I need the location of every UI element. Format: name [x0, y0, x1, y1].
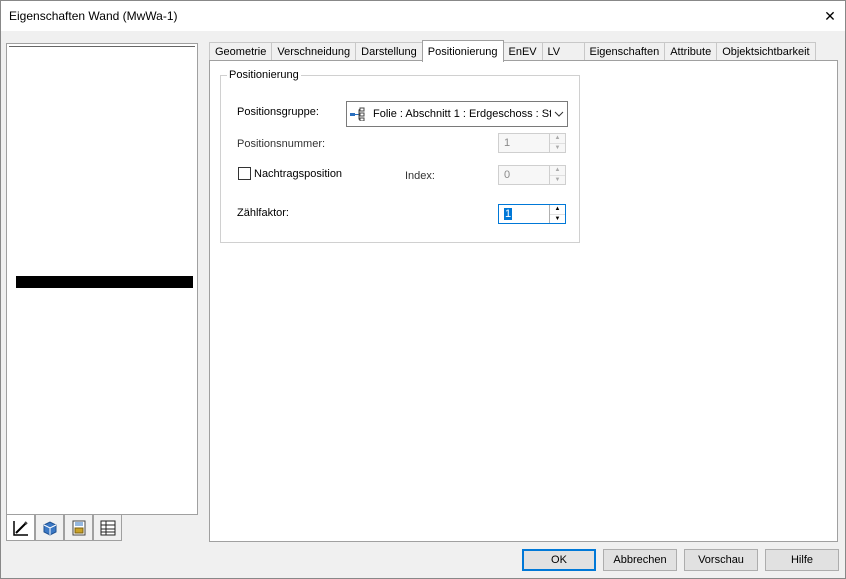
preview-canvas — [9, 46, 195, 512]
close-button[interactable]: ✕ — [815, 1, 845, 31]
tab-eigenschaften[interactable]: Eigenschaften — [583, 42, 666, 61]
help-button[interactable]: Hilfe — [765, 549, 839, 571]
print-preview-icon — [72, 520, 85, 535]
chevron-down-icon — [551, 111, 567, 117]
view-tab-edit[interactable] — [6, 515, 35, 541]
positionsnummer-label: Positionsnummer: — [237, 138, 326, 150]
tab-panel-positionierung: Positionierung Positionsgruppe: Folie : … — [209, 60, 838, 542]
spin-down-icon[interactable]: ▼ — [550, 142, 565, 153]
edit-icon — [12, 520, 28, 536]
index-stepper[interactable]: 0 ▲ ▼ — [498, 165, 566, 185]
nachtragsposition-label: Nachtragsposition — [254, 168, 343, 180]
view-tab-3d[interactable] — [35, 515, 64, 541]
tab-enev[interactable]: EnEV — [502, 42, 543, 61]
positionsgruppe-select[interactable]: Folie : Abschnitt 1 : Erdgeschoss : St — [346, 101, 568, 127]
tab-objektsichtbarkeit[interactable]: Objektsichtbarkeit — [716, 42, 816, 61]
zaehlfaktor-stepper[interactable]: 1 ▲ ▼ — [498, 204, 566, 224]
3d-view-icon — [43, 520, 56, 536]
tab-positionierung[interactable]: Positionierung — [421, 40, 504, 62]
spin-up-icon[interactable]: ▲ — [550, 166, 565, 175]
tab-verschneidung[interactable]: Verschneidung — [271, 42, 357, 61]
spin-down-icon[interactable]: ▼ — [550, 213, 565, 224]
zaehlfaktor-value[interactable]: 1 — [504, 208, 513, 220]
preview-view-tabs — [6, 515, 122, 541]
properties-dialog: Eigenschaften Wand (MwWa-1) ✕ Geometrie … — [0, 0, 846, 579]
table-icon — [100, 520, 115, 535]
positionsgruppe-value: Folie : Abschnitt 1 : Erdgeschoss : St — [373, 108, 551, 120]
view-tab-table[interactable] — [93, 515, 122, 541]
spin-up-icon[interactable]: ▲ — [550, 134, 565, 143]
positionsnummer-stepper[interactable]: 1 ▲ ▼ — [498, 133, 566, 153]
property-tabs: Geometrie Verschneidung Darstellung Posi… — [209, 40, 816, 62]
view-tab-print[interactable] — [64, 515, 93, 541]
tab-lv[interactable]: LV — [541, 42, 585, 61]
zaehlfaktor-label: Zählfaktor: — [237, 207, 289, 219]
positionsgruppe-label: Positionsgruppe: — [237, 106, 319, 118]
group-title: Positionierung — [227, 69, 301, 81]
ok-button[interactable]: OK — [522, 549, 596, 571]
tab-attribute[interactable]: Attribute — [664, 42, 718, 61]
spin-up-icon[interactable]: ▲ — [550, 205, 565, 214]
nachtragsposition-checkbox[interactable] — [238, 167, 251, 180]
cancel-button[interactable]: Abbrechen — [603, 549, 677, 571]
preview-button[interactable]: Vorschau — [684, 549, 758, 571]
wall-preview-shape — [16, 276, 193, 288]
hierarchy-icon — [350, 107, 368, 121]
spin-down-icon[interactable]: ▼ — [550, 174, 565, 185]
wall-preview — [6, 43, 198, 515]
positionierung-group: Positionierung Positionsgruppe: Folie : … — [220, 69, 580, 243]
index-label: Index: — [405, 170, 435, 182]
tab-darstellung[interactable]: Darstellung — [355, 42, 423, 61]
close-icon: ✕ — [824, 7, 836, 24]
window-title: Eigenschaften Wand (MwWa-1) — [9, 9, 178, 23]
index-value: 0 — [504, 169, 511, 181]
tab-geometrie[interactable]: Geometrie — [209, 42, 273, 61]
title-bar: Eigenschaften Wand (MwWa-1) ✕ — [1, 1, 845, 31]
positionsnummer-value: 1 — [504, 137, 511, 149]
